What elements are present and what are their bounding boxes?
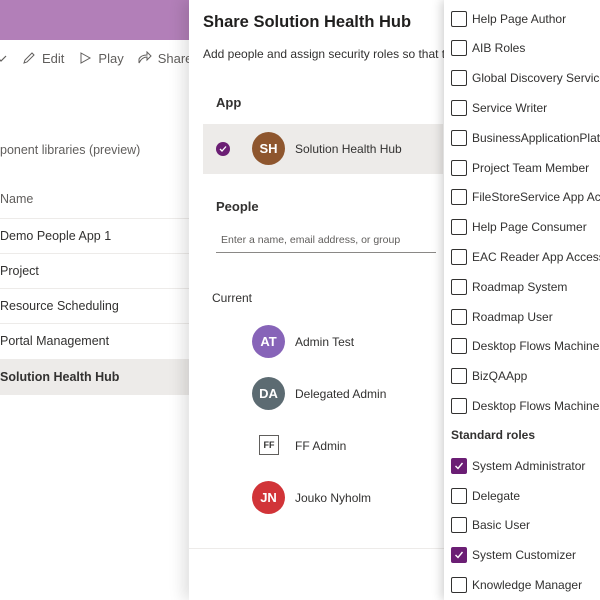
play-label: Play bbox=[98, 50, 124, 66]
role-option[interactable]: EAC Reader App Access bbox=[444, 242, 600, 271]
user-name: Jouko Nyholm bbox=[295, 491, 372, 505]
play-button[interactable]: Play bbox=[78, 50, 124, 66]
role-option[interactable]: Knowledge Manager bbox=[444, 570, 600, 599]
role-label: BizQAApp bbox=[472, 369, 528, 384]
checkbox-icon[interactable] bbox=[451, 159, 467, 176]
role-option[interactable]: Desktop Flows Machine U bbox=[444, 391, 600, 420]
share-panel-description: Add people and assign security roles so … bbox=[203, 47, 459, 61]
role-option[interactable]: Global Discovery Service I bbox=[444, 64, 600, 93]
people-search-field[interactable] bbox=[216, 230, 446, 253]
checkbox-icon[interactable] bbox=[451, 487, 467, 504]
checkbox-icon[interactable] bbox=[451, 70, 467, 87]
checkbox-icon[interactable] bbox=[451, 189, 467, 206]
role-label: Desktop Flows Machine U bbox=[472, 398, 600, 413]
app-list-row[interactable]: Project bbox=[0, 253, 190, 289]
breadcrumb: ponent libraries (preview) bbox=[0, 143, 141, 157]
avatar: JN bbox=[252, 481, 285, 514]
role-option[interactable]: AIB Roles bbox=[444, 34, 600, 63]
edit-label: Edit bbox=[42, 50, 65, 66]
user-name: FF Admin bbox=[295, 439, 347, 453]
role-label: AIB Roles bbox=[472, 41, 526, 56]
avatar: AT bbox=[252, 325, 285, 358]
role-label: BusinessApplicationPlatfo bbox=[472, 130, 600, 145]
app-name: Solution Health Hub bbox=[295, 142, 402, 156]
checkbox-icon[interactable] bbox=[451, 397, 467, 414]
role-label: Service Writer bbox=[472, 100, 548, 115]
role-option[interactable]: System Customizer bbox=[444, 541, 600, 570]
checkbox-icon[interactable] bbox=[451, 338, 467, 355]
column-header-name[interactable]: Name bbox=[0, 192, 33, 206]
app-list-row[interactable]: Resource Scheduling bbox=[0, 288, 190, 324]
role-option[interactable]: Roadmap System bbox=[444, 272, 600, 301]
role-option[interactable]: Delegate bbox=[444, 481, 600, 510]
role-option[interactable]: BizQAApp bbox=[444, 362, 600, 391]
role-option[interactable]: Project Team Member bbox=[444, 153, 600, 182]
role-option[interactable]: System Administrator bbox=[444, 451, 600, 480]
checkbox-icon[interactable] bbox=[451, 517, 467, 534]
share-panel: Share Solution Health Hub Add people and… bbox=[189, 0, 459, 600]
app-list-row[interactable]: Demo People App 1 bbox=[0, 218, 190, 254]
ff-logo-icon: FF bbox=[259, 435, 279, 455]
standard-roles-header: Standard roles bbox=[451, 428, 536, 443]
role-label: FileStoreService App Acce bbox=[472, 190, 600, 205]
role-label: Knowledge Manager bbox=[472, 577, 583, 592]
checkbox-icon[interactable] bbox=[451, 308, 467, 325]
role-option[interactable]: Help Page Author bbox=[444, 4, 600, 33]
security-roles-dropdown: Help Page Author AIB Roles Global Discover… bbox=[444, 0, 600, 600]
role-option[interactable]: Help Page Consumer bbox=[444, 213, 600, 242]
role-label: Project Team Member bbox=[472, 160, 590, 175]
checkbox-icon[interactable] bbox=[451, 219, 467, 236]
checkbox-icon[interactable] bbox=[451, 248, 467, 265]
share-label: Share bbox=[157, 50, 193, 66]
checkbox-icon[interactable] bbox=[451, 368, 467, 385]
checkbox-icon[interactable] bbox=[451, 129, 467, 146]
role-option[interactable]: BusinessApplicationPlatfo bbox=[444, 123, 600, 152]
role-label: System Administrator bbox=[472, 458, 586, 473]
role-label: System Customizer bbox=[472, 548, 577, 563]
role-label: Desktop Flows Machine C bbox=[472, 339, 600, 354]
edit-icon bbox=[23, 52, 35, 64]
avatar: DA bbox=[252, 377, 285, 410]
edit-button[interactable]: Edit bbox=[22, 51, 64, 66]
people-search-input[interactable] bbox=[216, 232, 446, 248]
share-panel-title: Share Solution Health Hub bbox=[203, 13, 412, 31]
role-label: EAC Reader App Access bbox=[472, 249, 600, 264]
role-label: Roadmap User bbox=[472, 309, 553, 324]
app-list-row-selected[interactable]: Solution Health Hub bbox=[0, 359, 190, 395]
role-label: Help Page Author bbox=[472, 11, 567, 26]
role-label: Basic User bbox=[472, 518, 531, 533]
user-name: Admin Test bbox=[295, 335, 355, 349]
user-name: Delegated Admin bbox=[295, 387, 387, 401]
role-option[interactable]: Service Writer bbox=[444, 93, 600, 122]
role-option[interactable]: Basic User bbox=[444, 511, 600, 540]
checkbox-checked-icon[interactable] bbox=[451, 547, 467, 564]
play-icon bbox=[80, 52, 92, 64]
role-label: Roadmap System bbox=[472, 279, 568, 294]
app-section-label: App bbox=[216, 95, 242, 110]
divider bbox=[189, 548, 449, 549]
checkbox-checked-icon[interactable] bbox=[451, 457, 467, 474]
people-section-label: People bbox=[216, 199, 259, 214]
role-label: Delegate bbox=[472, 488, 521, 503]
role-label: Global Discovery Service I bbox=[472, 71, 600, 86]
selected-check-icon bbox=[216, 142, 230, 156]
app-list-row[interactable]: Portal Management bbox=[0, 323, 190, 359]
checkbox-icon[interactable] bbox=[451, 40, 467, 57]
checkbox-icon[interactable] bbox=[451, 99, 467, 116]
checkbox-icon[interactable] bbox=[451, 576, 467, 593]
app-avatar: SH bbox=[252, 132, 285, 165]
role-option[interactable]: Desktop Flows Machine C bbox=[444, 332, 600, 361]
checkbox-icon[interactable] bbox=[451, 278, 467, 295]
chevron-icon bbox=[0, 51, 8, 65]
role-label: Help Page Consumer bbox=[472, 220, 587, 235]
command-bar: Edit Play Share bbox=[0, 40, 200, 76]
app-card[interactable]: SH Solution Health Hub bbox=[203, 124, 443, 174]
role-option[interactable]: Roadmap User bbox=[444, 302, 600, 331]
checkbox-icon[interactable] bbox=[451, 10, 467, 27]
share-button[interactable]: Share bbox=[138, 50, 193, 66]
role-option[interactable]: FileStoreService App Acce bbox=[444, 183, 600, 212]
share-icon bbox=[138, 51, 152, 64]
current-section-label: Current bbox=[212, 291, 253, 305]
